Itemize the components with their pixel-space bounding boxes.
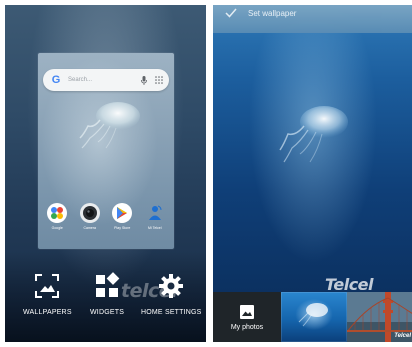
app-label: Camera [83,226,96,230]
mi-telcel-icon [145,203,165,223]
wallpaper-thumbnail-bridge[interactable]: Telcel [347,292,412,342]
camera-icon [79,203,100,223]
wallpaper-thumbnail-jellyfish[interactable] [281,292,347,342]
google-search-bar[interactable]: G Search... [43,69,169,91]
home-screen-preview[interactable]: G Search... Google Camera Play Store Mi … [38,53,174,249]
app-label: Mi Telcel [147,226,162,230]
play-store-icon [112,203,133,223]
app-play-store[interactable]: Play Store [107,203,137,245]
home-edit-actions: WALLPAPERS WIDGETS HOME SETTINGS [5,270,206,330]
widgets-button[interactable]: WIDGETS [90,270,124,316]
set-wallpaper-label: Set wallpaper [248,9,297,18]
wallpapers-label: WALLPAPERS [23,309,72,316]
widgets-icon [93,270,121,302]
google-g-icon: G [51,74,61,86]
home-settings-label: HOME SETTINGS [141,309,202,316]
my-photos-label: My photos [230,323,264,331]
google-icon [47,203,68,223]
apps-grid-icon[interactable] [154,75,164,85]
home-settings-button[interactable]: HOME SETTINGS [141,270,202,316]
wallpapers-button[interactable]: WALLPAPERS [23,270,72,316]
jellyfish-wallpaper-preview [279,106,348,163]
jellyfish-image [79,102,140,149]
mic-icon[interactable] [139,75,149,85]
app-label: Play Store [114,226,131,230]
app-label: Google [51,226,63,230]
my-photos-button[interactable]: My photos [213,292,281,342]
app-dock: Google Camera Play Store Mi Telcel [41,203,171,245]
home-edit-screen: G Search... Google Camera Play Store Mi … [5,5,206,342]
telcel-thumbnail-watermark: Telcel [394,333,411,339]
set-wallpaper-bar[interactable]: Set wallpaper [213,5,412,33]
wallpaper-picker-screen: Set wallpaper Telcel My photos Telcel [213,5,412,342]
search-placeholder: Search... [68,77,93,83]
wallpaper-thumbnails: My photos Telcel [213,292,412,342]
check-icon [225,8,237,18]
app-camera[interactable]: Camera [75,203,105,245]
jellyfish-thumbnail-image [298,303,328,327]
app-google[interactable]: Google [42,203,72,245]
app-mi-telcel[interactable]: Mi Telcel [140,203,170,245]
wallpapers-icon [33,270,61,302]
widgets-label: WIDGETS [90,309,125,316]
photos-icon [240,304,254,319]
gear-icon [157,270,185,302]
screenshot-collage: G Search... Google Camera Play Store Mi … [0,0,412,347]
